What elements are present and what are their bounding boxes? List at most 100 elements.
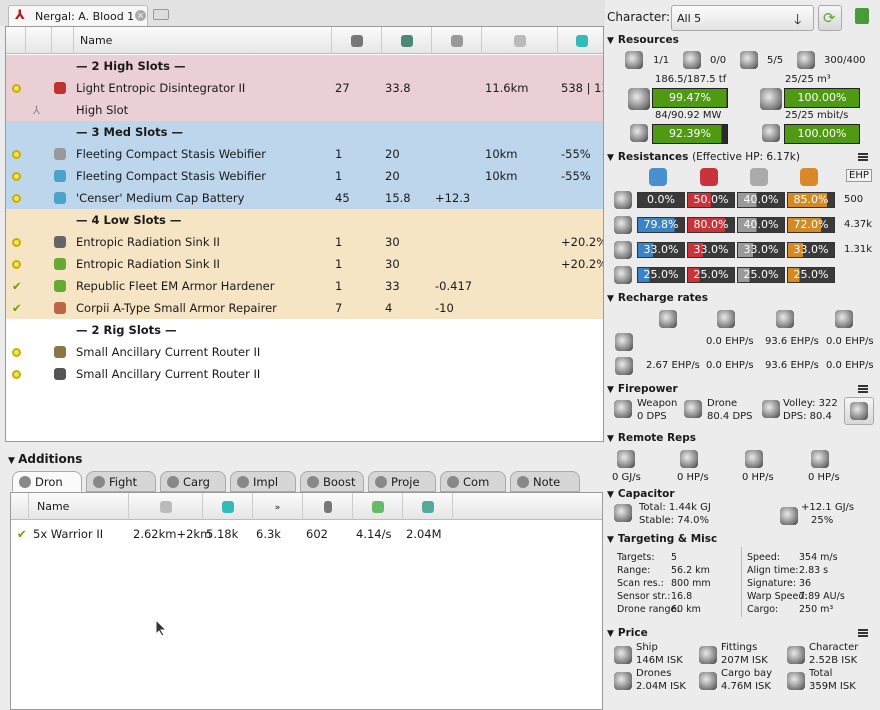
dronebay-pct: 100.00%	[797, 91, 847, 104]
reactive-icon	[615, 333, 633, 351]
volley-icon	[762, 400, 780, 418]
close-tab-icon[interactable]: ×	[135, 10, 146, 21]
module-name: Fleeting Compact Stasis Webifier	[76, 147, 267, 161]
module-cap: -0.417	[435, 279, 473, 293]
module-row[interactable]: Fleeting Compact Stasis Webifier 1 20 10km -…	[6, 165, 603, 187]
targeting-value: 5	[671, 552, 678, 563]
module-icon	[54, 280, 66, 292]
drone-active-icon[interactable]: ✔	[17, 523, 27, 545]
module-row[interactable]: Small Ancillary Current Router II	[6, 363, 603, 385]
dronebay-icon	[760, 88, 782, 110]
active-state-icon[interactable]	[12, 260, 21, 269]
module-row[interactable]: 'Censer' Medium Cap Battery 45 15.8 +12.3	[6, 187, 603, 209]
module-row[interactable]: Small Ancillary Current Router II	[6, 341, 603, 363]
additions-tab-boost[interactable]: Boost	[300, 471, 364, 492]
drone-count: 5/5	[767, 55, 784, 66]
resists-menu-icon[interactable]	[858, 153, 868, 161]
hull-repair-icon	[776, 310, 794, 328]
tab-icon	[237, 476, 249, 488]
active-state-icon[interactable]	[12, 172, 21, 181]
recharge-hull-sustained: 93.6 EHP/s	[765, 360, 819, 371]
resist-value: 80.0%	[693, 218, 729, 231]
targeting-header[interactable]: ▼ Targeting & Misc	[607, 532, 717, 546]
additions-tab-impl[interactable]: Impl	[230, 471, 296, 492]
module-row[interactable]: ✔ Republic Fleet EM Armor Hardener 1 33 -0.4…	[6, 275, 603, 297]
export-button[interactable]	[851, 5, 875, 31]
additions-tab-dron[interactable]: Dron	[12, 471, 82, 492]
module-row[interactable]: Entropic Radiation Sink II 1 30 +20.2%	[6, 253, 603, 275]
range-column-header[interactable]	[482, 27, 558, 54]
empty-slot-row[interactable]: ⅄ High Slot	[6, 99, 603, 121]
resist-value: 25.0%	[643, 268, 679, 281]
damage-pattern-button[interactable]	[844, 397, 874, 425]
pg-column-header[interactable]	[382, 27, 432, 54]
module-row[interactable]: Light Entropic Disintegrator II 27 33.8 11.…	[6, 77, 603, 99]
additions-tab-note[interactable]: Note	[510, 471, 580, 492]
drone-hp-header[interactable]	[203, 493, 253, 520]
refresh-button[interactable]: ⟳	[818, 5, 842, 31]
calibration-count: 300/400	[824, 55, 866, 66]
resources-header[interactable]: ▼ Resources	[607, 33, 679, 47]
targeting-value: 60 km	[671, 604, 701, 615]
turret-hardpoint-icon	[625, 51, 643, 69]
name-column-header[interactable]: Name	[74, 27, 332, 54]
additions-tab-com[interactable]: Com	[440, 471, 506, 492]
online-state-icon[interactable]: ✔	[12, 275, 22, 297]
module-name: Fleeting Compact Stasis Webifier	[76, 169, 267, 183]
additions-tab-proje[interactable]: Proje	[368, 471, 436, 492]
misc-column-header[interactable]	[558, 27, 603, 54]
range-icon	[513, 35, 526, 47]
resists-header[interactable]: ▼ Resistances (Effective HP: 6.17k)	[607, 150, 800, 164]
active-state-icon[interactable]	[12, 238, 21, 247]
drone-rate-header[interactable]	[353, 493, 403, 520]
drone-row[interactable]: ✔ 5x Warrior II 2.62km+2km 5.18k 6.3k 60…	[11, 523, 602, 545]
module-row[interactable]: Fleeting Compact Stasis Webifier 1 20 10km -…	[6, 143, 603, 165]
firepower-header[interactable]: ▼ Firepower	[607, 382, 678, 396]
drone-price-header[interactable]	[403, 493, 453, 520]
drone-state-col	[11, 493, 29, 520]
drone-range-header[interactable]	[129, 493, 203, 520]
fit-tab[interactable]: ⅄ Nergal: A. Blood 1 ×	[8, 5, 148, 27]
active-state-icon[interactable]	[12, 370, 21, 379]
active-state-icon[interactable]	[12, 194, 21, 203]
active-state-icon[interactable]	[12, 348, 21, 357]
dronebay-bar: 100.00%	[784, 88, 860, 108]
misc-label: Speed:	[747, 552, 780, 563]
module-row[interactable]: ✔ Corpii A-Type Small Armor Repairer 7 4 -10	[6, 297, 603, 319]
module-row[interactable]: Entropic Radiation Sink II 1 30 +20.2%	[6, 231, 603, 253]
remote-shield-value: 0 HP/s	[677, 472, 709, 483]
drone-dps-icon	[684, 400, 702, 418]
capacitor-header[interactable]: ▼ Capacitor	[607, 487, 675, 501]
module-icon	[54, 236, 66, 248]
additions-header[interactable]: ▼ Additions	[0, 450, 605, 470]
drone-speed-header[interactable]: »	[253, 493, 303, 520]
active-state-icon[interactable]	[12, 150, 21, 159]
module-pg: 20	[385, 147, 400, 161]
thermal-damage-icon	[700, 168, 718, 186]
drone-name-header[interactable]: Name	[29, 493, 129, 520]
layer-ehp: 4.37k	[844, 219, 873, 230]
resist-em: 0.0%	[637, 192, 685, 208]
tab-icon	[93, 476, 105, 488]
resist-explosive: 72.0%	[787, 217, 835, 233]
price-menu-icon[interactable]	[858, 629, 868, 637]
additions-tab-carg[interactable]: Carg	[160, 471, 226, 492]
module-pg: 30	[385, 235, 400, 249]
new-tab-icon[interactable]	[153, 9, 169, 20]
additions-tab-fight[interactable]: Fight	[86, 471, 156, 492]
resist-value: 33.0%	[743, 243, 779, 256]
active-state-icon[interactable]	[12, 84, 21, 93]
character-select[interactable]: All 5 🡓	[671, 5, 814, 31]
price-header[interactable]: ▼ Price	[607, 626, 648, 640]
targeting-divider	[741, 547, 742, 617]
export-icon	[855, 8, 869, 24]
cpu-column-header[interactable]	[332, 27, 382, 54]
firepower-menu-icon[interactable]	[858, 385, 868, 393]
online-state-icon[interactable]: ✔	[12, 297, 22, 319]
remote-reps-header[interactable]: ▼ Remote Reps	[607, 431, 696, 445]
additions-title: Additions	[18, 452, 83, 466]
recharge-header[interactable]: ▼ Recharge rates	[607, 291, 708, 305]
module-name: Small Ancillary Current Router II	[76, 367, 261, 381]
cap-column-header[interactable]	[432, 27, 482, 54]
drone-em-header[interactable]	[303, 493, 353, 520]
